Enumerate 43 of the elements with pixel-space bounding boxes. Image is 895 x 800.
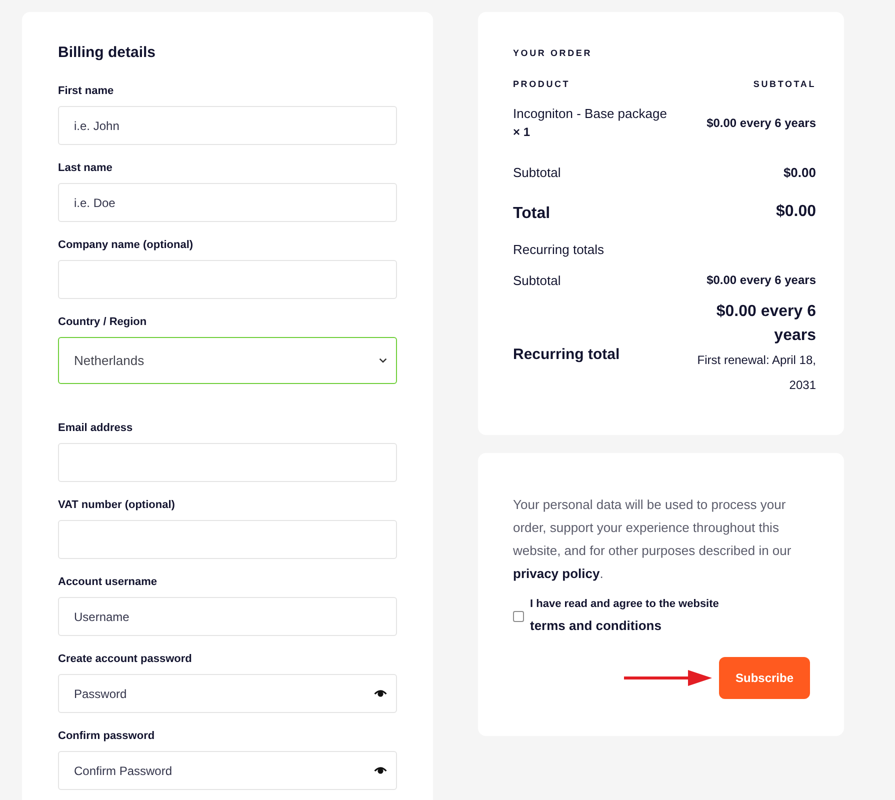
- terms-link[interactable]: terms and conditions: [530, 618, 662, 633]
- eye-icon[interactable]: [374, 689, 387, 698]
- total-label: Total: [513, 204, 550, 224]
- terms-label: I have read and agree to the website terms and conditions: [530, 597, 720, 635]
- field-label: Create account password: [58, 652, 193, 667]
- section-title: YOUR ORDER: [513, 47, 594, 59]
- product-price: $0.00 every 6 years: [706, 114, 816, 132]
- summary-label: Subtotal: [513, 272, 561, 290]
- field-label: Account username: [58, 575, 158, 590]
- field-label: Email address: [58, 421, 134, 436]
- password-field[interactable]: Confirm Password: [58, 751, 397, 790]
- password-field[interactable]: Password: [58, 674, 397, 713]
- section-title: Billing details: [58, 43, 157, 63]
- field-label: Company name (optional): [58, 238, 194, 253]
- input-field[interactable]: [58, 260, 397, 299]
- checkbox[interactable]: [513, 610, 524, 622]
- summary-value: $0.00 every 6 years: [706, 272, 816, 289]
- field-label: Last name: [58, 161, 114, 176]
- renewal-date: First renewal: April 18, 2031: [696, 352, 816, 394]
- input-field[interactable]: i.e. John: [58, 106, 397, 145]
- privacy-notice: Your personal data will be used to process your order, support your experience throughout this website, and for other purposes described in our privacy policy.: [513, 496, 792, 583]
- input-field[interactable]: [58, 520, 397, 559]
- eye-icon[interactable]: [374, 766, 387, 775]
- input-field[interactable]: Username: [58, 597, 397, 636]
- input-field[interactable]: i.e. Doe: [58, 183, 397, 222]
- summary-value: $0.00: [783, 164, 816, 182]
- chevron-down-icon: [379, 358, 387, 363]
- input-field[interactable]: [58, 443, 397, 482]
- product-quantity: × 1: [513, 124, 532, 141]
- privacy-policy-link[interactable]: privacy policy: [513, 566, 600, 581]
- product-name: Incogniton - Base package: [513, 105, 668, 123]
- total-value: $0.00 every 6 years: [715, 302, 816, 346]
- summary-label: Subtotal: [513, 164, 561, 182]
- column-header: SUBTOTAL: [753, 78, 816, 90]
- field-label: First name: [58, 84, 115, 99]
- field-label: Confirm password: [58, 729, 156, 744]
- select-field[interactable]: Netherlands: [58, 337, 397, 384]
- section-label: Recurring totals: [513, 241, 606, 259]
- column-header: PRODUCT: [513, 78, 570, 90]
- total-label: Recurring total: [513, 344, 620, 362]
- total-value: $0.00: [776, 202, 816, 222]
- field-label: Country / Region: [58, 315, 148, 330]
- field-label: VAT number (optional): [58, 498, 176, 513]
